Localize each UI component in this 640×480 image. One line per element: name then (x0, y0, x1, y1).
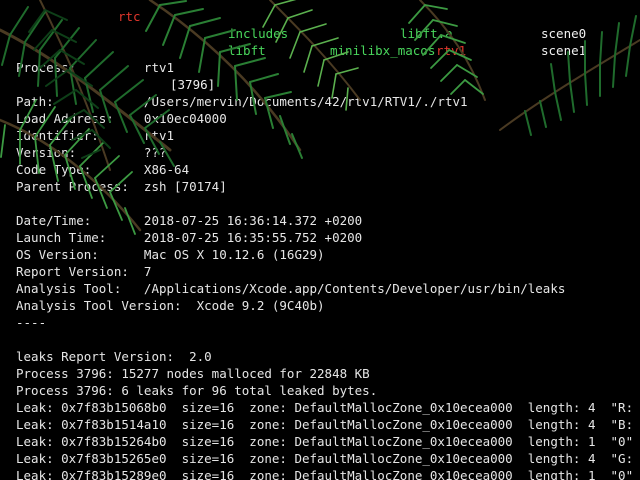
leak-row: Leak: 0x7f83b15264b0 size=16 zone: Defau… (16, 434, 634, 449)
report-line-code-type: Code Type: X86-64 (16, 162, 190, 177)
listing-minilibx: minilibx_macos (330, 43, 436, 58)
report-line-version: Version: ??? (16, 145, 167, 160)
listing-red-fragment: rtc (118, 9, 141, 24)
report-line-analysis-tool: Analysis Tool: /Applications/Xcode.app/C… (16, 281, 566, 296)
report-line-os-version: OS Version: Mac OS X 10.12.6 (16G29) (16, 247, 325, 262)
report-line-launch-time: Launch Time: 2018-07-25 16:35:55.752 +02… (16, 230, 363, 245)
listing-libft: libft (228, 43, 266, 58)
report-pid: [3796] (170, 77, 216, 92)
report-line-process: Process: rtv1 (16, 60, 175, 75)
report-line-path: Path: /Users/mervin/Documents/42/rtv1/RT… (16, 94, 468, 109)
pine-branch-right (408, 0, 640, 136)
report-line-nodes: Process 3796: 15277 nodes malloced for 2… (16, 366, 370, 381)
report-line-leak-summary: Process 3796: 6 leaks for 96 total leake… (16, 383, 378, 398)
report-line-identifier: Identifier: rtv1 (16, 128, 175, 143)
report-line-load-address: Load Address: 0x10ec04000 (16, 111, 227, 126)
terminal-window[interactable]: rtc includes libft.a scene0 libft minili… (0, 0, 640, 480)
leak-row: Leak: 0x7f83b15068b0 size=16 zone: Defau… (16, 400, 640, 415)
listing-scene1: scene1 (541, 43, 587, 58)
listing-includes: includes (228, 26, 289, 41)
report-line-leaks-version: leaks Report Version: 2.0 (16, 349, 212, 364)
leak-row: Leak: 0x7f83b1514a10 size=16 zone: Defau… (16, 417, 640, 432)
report-line-analysis-tool-version: Analysis Tool Version: Xcode 9.2 (9C40b) (16, 298, 325, 313)
leak-row: Leak: 0x7f83b15289e0 size=16 zone: Defau… (16, 468, 634, 480)
listing-scene0: scene0 (541, 26, 587, 41)
report-line-parent-process: Parent Process: zsh [70174] (16, 179, 227, 194)
report-line-report-version: Report Version: 7 (16, 264, 152, 279)
listing-rtv1-executable: rtv1 (436, 43, 467, 58)
listing-libft-a: libft.a (400, 26, 453, 41)
leak-row: Leak: 0x7f83b15265e0 size=16 zone: Defau… (16, 451, 640, 466)
report-line-date-time: Date/Time: 2018-07-25 16:36:14.372 +0200 (16, 213, 363, 228)
report-separator: ---- (16, 315, 47, 330)
